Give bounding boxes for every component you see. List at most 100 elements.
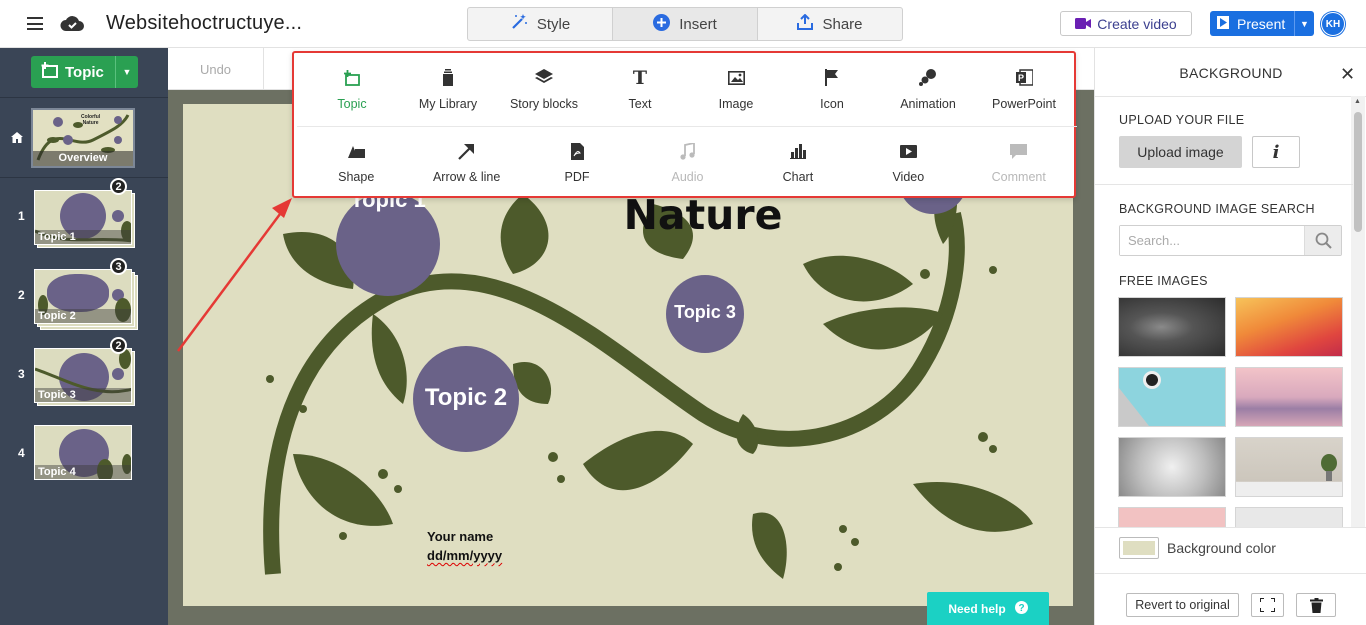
- plus-circle-icon: [653, 13, 671, 35]
- scroll-up-icon[interactable]: ▲: [1354, 98, 1361, 105]
- close-icon[interactable]: ✕: [1340, 64, 1355, 85]
- background-color-swatch[interactable]: [1119, 537, 1159, 559]
- topic-dropdown-icon[interactable]: ▼: [115, 56, 138, 88]
- topic-3-bubble[interactable]: Topic 3: [666, 302, 744, 323]
- info-button[interactable]: i: [1252, 136, 1300, 168]
- insert-text[interactable]: T Text: [592, 53, 688, 126]
- upload-section-title: UPLOAD YOUR FILE: [1119, 113, 1245, 127]
- date-text[interactable]: dd/mm/yyyy: [427, 548, 502, 563]
- arrow-icon: [458, 142, 475, 160]
- insert-pdf[interactable]: PDF: [522, 128, 632, 198]
- free-image-pink-marble[interactable]: [1118, 507, 1226, 529]
- insert-audio[interactable]: Audio: [632, 128, 742, 198]
- insert-my-library-label: My Library: [418, 96, 478, 111]
- panel-scrollbar-thumb[interactable]: [1354, 112, 1362, 232]
- fullscreen-icon[interactable]: [1251, 593, 1284, 617]
- trash-icon[interactable]: [1296, 593, 1336, 617]
- play-icon: [1217, 15, 1229, 32]
- create-video-label: Create video: [1097, 15, 1177, 32]
- slide-thumb-label: Topic 3: [35, 388, 131, 402]
- add-topic-main[interactable]: Topic: [31, 62, 115, 82]
- overview-thumb-title: Colorful Nature: [81, 114, 101, 126]
- pdf-icon: [570, 142, 584, 160]
- free-image-grey-radial[interactable]: [1118, 437, 1226, 497]
- add-topic-button[interactable]: Topic ▼: [31, 56, 138, 88]
- slide-badge: 2: [110, 337, 127, 354]
- slide-badge: 3: [110, 258, 127, 275]
- insert-video[interactable]: Video: [853, 128, 963, 198]
- present-dropdown-icon[interactable]: ▼: [1294, 11, 1314, 36]
- free-image-lake-mountain[interactable]: [1235, 367, 1343, 427]
- slide-number: 2: [18, 288, 25, 302]
- layers-icon: [535, 69, 553, 87]
- svg-text:?: ?: [1018, 603, 1024, 614]
- document-title[interactable]: Websitehoctructuye...: [106, 12, 302, 35]
- slide-thumbnail-2[interactable]: Topic 2: [34, 269, 132, 324]
- tab-share[interactable]: Share: [758, 8, 902, 40]
- present-main[interactable]: Present: [1210, 15, 1294, 32]
- insert-video-label: Video: [892, 170, 925, 184]
- upload-image-button[interactable]: Upload image: [1119, 136, 1242, 168]
- insert-pdf-label: PDF: [564, 170, 590, 184]
- insert-image[interactable]: Image: [688, 53, 784, 126]
- insert-image-label: Image: [718, 96, 754, 111]
- free-image-room-plant[interactable]: [1235, 437, 1343, 497]
- insert-text-label: Text: [628, 96, 652, 111]
- insert-icon-label: Icon: [820, 96, 844, 111]
- slide-title[interactable]: Nature: [613, 191, 793, 239]
- slide-thumbnail-1[interactable]: Topic 1: [34, 190, 132, 245]
- insert-comment[interactable]: Comment: [964, 128, 1074, 198]
- insert-animation[interactable]: Animation: [880, 53, 976, 126]
- free-image-world-map[interactable]: [1118, 297, 1226, 357]
- cloud-sync-icon[interactable]: [60, 14, 84, 37]
- image-icon: [727, 69, 745, 87]
- tab-style-label: Style: [536, 15, 571, 33]
- slide-thumbnail-4[interactable]: Topic 4: [34, 425, 132, 480]
- text-icon: T: [632, 66, 648, 89]
- insert-story-blocks[interactable]: Story blocks: [496, 53, 592, 126]
- tab-style[interactable]: Style: [468, 8, 613, 40]
- bar-chart-icon: [789, 142, 806, 160]
- hamburger-menu-icon[interactable]: [27, 17, 43, 30]
- free-image-foggy[interactable]: [1235, 507, 1343, 529]
- avatar[interactable]: KH: [1321, 12, 1345, 36]
- image-search-input[interactable]: [1120, 226, 1304, 255]
- slide-thumb-label: Topic 1: [35, 230, 131, 244]
- undo-button[interactable]: Undo: [168, 48, 264, 90]
- free-image-desk-laptop[interactable]: [1118, 367, 1226, 427]
- tab-insert[interactable]: Insert: [613, 8, 758, 40]
- search-icon[interactable]: [1304, 226, 1341, 255]
- insert-shape-label: Shape: [338, 170, 375, 184]
- video-camera-icon: [1075, 16, 1092, 32]
- insert-topic[interactable]: Topic: [304, 53, 400, 126]
- need-help-button[interactable]: Need help ?: [927, 592, 1049, 625]
- topic-button-label: Topic: [65, 63, 104, 81]
- insert-powerpoint[interactable]: P PowerPoint: [976, 53, 1072, 126]
- video-icon: [899, 142, 917, 160]
- slide-thumb-label: Topic 4: [35, 465, 131, 479]
- insert-menu-popup: Topic My Library Story blocks T Text Ima…: [292, 51, 1077, 198]
- slide-thumbnail-3[interactable]: Topic 3: [34, 348, 132, 403]
- library-icon: [442, 69, 454, 87]
- insert-menu-row-1: Topic My Library Story blocks T Text Ima…: [297, 53, 1077, 127]
- author-text[interactable]: Your name: [427, 529, 493, 544]
- present-button[interactable]: Present ▼: [1210, 11, 1314, 36]
- tab-share-label: Share: [822, 15, 863, 33]
- home-icon: [11, 130, 25, 143]
- insert-shape[interactable]: Shape: [301, 128, 411, 198]
- insert-arrow-line[interactable]: Arrow & line: [411, 128, 521, 198]
- insert-my-library[interactable]: My Library: [400, 53, 496, 126]
- topic-add-icon: [41, 62, 59, 82]
- insert-powerpoint-label: PowerPoint: [992, 96, 1056, 111]
- sidebar-divider: [0, 177, 168, 178]
- panel-divider: [1095, 573, 1366, 574]
- topic-2-bubble[interactable]: Topic 2: [413, 384, 519, 412]
- present-label: Present: [1237, 15, 1286, 32]
- create-video-button[interactable]: Create video: [1060, 11, 1192, 36]
- powerpoint-icon: P: [1015, 69, 1033, 87]
- free-image-sunset-gradient[interactable]: [1235, 297, 1343, 357]
- insert-icon[interactable]: Icon: [784, 53, 880, 126]
- insert-chart[interactable]: Chart: [743, 128, 853, 198]
- revert-to-original-button[interactable]: Revert to original: [1126, 593, 1239, 617]
- insert-story-blocks-label: Story blocks: [509, 96, 579, 111]
